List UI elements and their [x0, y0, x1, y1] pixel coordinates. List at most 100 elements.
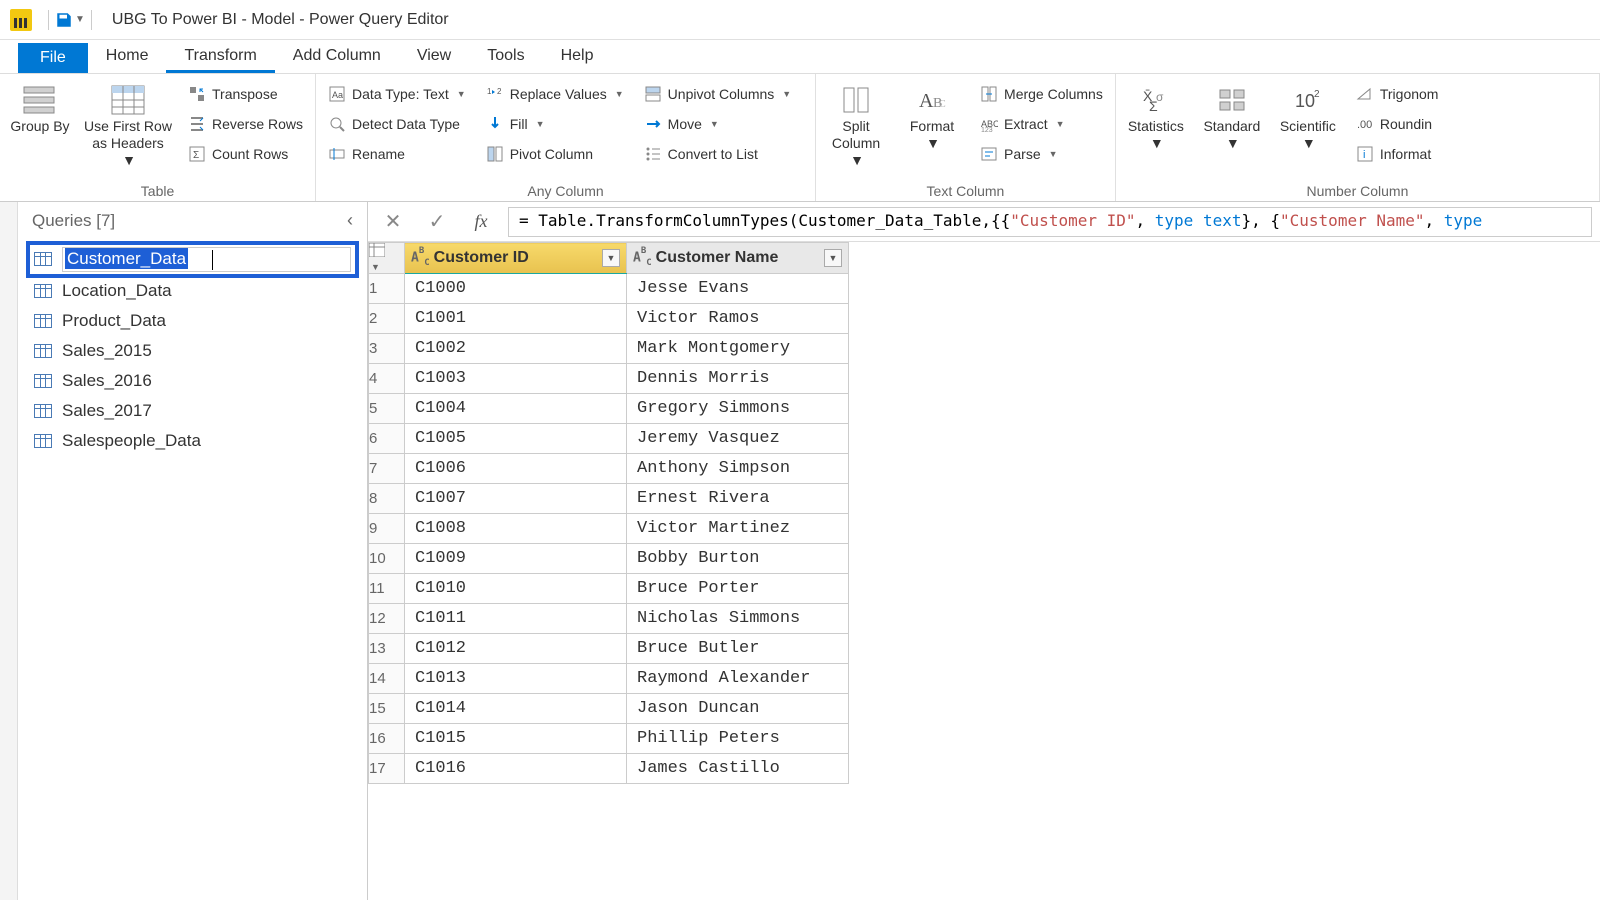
tab-help[interactable]: Help [543, 41, 612, 73]
table-row[interactable]: 3C1002Mark Montgomery [369, 334, 849, 364]
cell-customer-id[interactable]: C1000 [405, 274, 627, 304]
information-button[interactable]: iInformat [1352, 140, 1443, 168]
row-number[interactable]: 13 [369, 634, 405, 664]
reverse-rows-button[interactable]: Reverse Rows [184, 110, 307, 138]
table-row[interactable]: 15C1014Jason Duncan [369, 694, 849, 724]
cell-customer-name[interactable]: Mark Montgomery [627, 334, 849, 364]
table-row[interactable]: 5C1004Gregory Simmons [369, 394, 849, 424]
cell-customer-id[interactable]: C1002 [405, 334, 627, 364]
merge-columns-button[interactable]: Merge Columns [976, 80, 1107, 108]
cell-customer-id[interactable]: C1006 [405, 454, 627, 484]
cell-customer-name[interactable]: Jesse Evans [627, 274, 849, 304]
table-row[interactable]: 9C1008Victor Martinez [369, 514, 849, 544]
table-row[interactable]: 13C1012Bruce Butler [369, 634, 849, 664]
table-corner-button[interactable]: ▼ [369, 243, 405, 274]
cell-customer-name[interactable]: Jason Duncan [627, 694, 849, 724]
table-row[interactable]: 10C1009Bobby Burton [369, 544, 849, 574]
row-number[interactable]: 11 [369, 574, 405, 604]
row-number[interactable]: 6 [369, 424, 405, 454]
cell-customer-name[interactable]: Raymond Alexander [627, 664, 849, 694]
parse-button[interactable]: Parse▼ [976, 140, 1107, 168]
row-number[interactable]: 16 [369, 724, 405, 754]
collapse-pane-icon[interactable]: ‹ [347, 210, 353, 231]
move-button[interactable]: Move▼ [640, 110, 796, 138]
cell-customer-name[interactable]: Victor Martinez [627, 514, 849, 544]
row-number[interactable]: 2 [369, 304, 405, 334]
cell-customer-id[interactable]: C1003 [405, 364, 627, 394]
table-row[interactable]: 16C1015Phillip Peters [369, 724, 849, 754]
cell-customer-name[interactable]: Bobby Burton [627, 544, 849, 574]
cell-customer-id[interactable]: C1012 [405, 634, 627, 664]
cell-customer-id[interactable]: C1007 [405, 484, 627, 514]
table-row[interactable]: 1C1000Jesse Evans [369, 274, 849, 304]
cell-customer-name[interactable]: Phillip Peters [627, 724, 849, 754]
query-item[interactable]: Sales_2016 [28, 366, 357, 396]
group-by-button[interactable]: Group By [4, 78, 76, 139]
unpivot-columns-button[interactable]: Unpivot Columns▼ [640, 80, 796, 108]
row-number[interactable]: 1 [369, 274, 405, 304]
cell-customer-name[interactable]: Anthony Simpson [627, 454, 849, 484]
row-number[interactable]: 14 [369, 664, 405, 694]
tab-view[interactable]: View [399, 41, 469, 73]
column-filter-icon[interactable]: ▼ [602, 249, 620, 267]
tab-file[interactable]: File [18, 43, 88, 73]
table-row[interactable]: 14C1013Raymond Alexander [369, 664, 849, 694]
cell-customer-name[interactable]: Jeremy Vasquez [627, 424, 849, 454]
cell-customer-name[interactable]: Victor Ramos [627, 304, 849, 334]
scientific-button[interactable]: 102 Scientific▼ [1272, 78, 1344, 156]
row-number[interactable]: 7 [369, 454, 405, 484]
cell-customer-name[interactable]: Bruce Butler [627, 634, 849, 664]
data-type-button[interactable]: AaData Type: Text▼ [324, 80, 470, 108]
row-number[interactable]: 4 [369, 364, 405, 394]
row-number[interactable]: 10 [369, 544, 405, 574]
query-item-editing[interactable]: Customer_Data [28, 243, 357, 276]
cancel-formula-button[interactable]: ✕ [376, 208, 410, 236]
detect-data-type-button[interactable]: Detect Data Type [324, 110, 470, 138]
cell-customer-id[interactable]: C1001 [405, 304, 627, 334]
query-item[interactable]: Salespeople_Data [28, 426, 357, 456]
cell-customer-name[interactable]: Dennis Morris [627, 364, 849, 394]
save-icon[interactable] [55, 11, 73, 29]
query-rename-input[interactable]: Customer_Data [65, 248, 188, 269]
query-item[interactable]: Sales_2017 [28, 396, 357, 426]
row-number[interactable]: 8 [369, 484, 405, 514]
cell-customer-id[interactable]: C1016 [405, 754, 627, 784]
row-number[interactable]: 12 [369, 604, 405, 634]
cell-customer-id[interactable]: C1004 [405, 394, 627, 424]
cell-customer-name[interactable]: Ernest Rivera [627, 484, 849, 514]
column-header-customer-id[interactable]: ABC Customer ID ▼ [405, 243, 627, 274]
commit-formula-button[interactable]: ✓ [420, 208, 454, 236]
table-row[interactable]: 4C1003Dennis Morris [369, 364, 849, 394]
formula-input[interactable]: = Table.TransformColumnTypes(Customer_Da… [508, 207, 1592, 237]
query-item[interactable]: Product_Data [28, 306, 357, 336]
pivot-column-button[interactable]: Pivot Column [482, 140, 628, 168]
tab-transform[interactable]: Transform [166, 41, 274, 73]
rename-button[interactable]: Rename [324, 140, 470, 168]
extract-button[interactable]: ABC123Extract▼ [976, 110, 1107, 138]
row-number[interactable]: 5 [369, 394, 405, 424]
fill-button[interactable]: Fill▼ [482, 110, 628, 138]
table-row[interactable]: 7C1006Anthony Simpson [369, 454, 849, 484]
cell-customer-id[interactable]: C1014 [405, 694, 627, 724]
standard-button[interactable]: Standard▼ [1196, 78, 1268, 156]
table-row[interactable]: 2C1001Victor Ramos [369, 304, 849, 334]
cell-customer-name[interactable]: Gregory Simmons [627, 394, 849, 424]
count-rows-button[interactable]: ΣCount Rows [184, 140, 307, 168]
table-row[interactable]: 6C1005Jeremy Vasquez [369, 424, 849, 454]
cell-customer-id[interactable]: C1009 [405, 544, 627, 574]
fx-icon[interactable]: fx [464, 208, 498, 236]
rounding-button[interactable]: .00Roundin [1352, 110, 1443, 138]
cell-customer-id[interactable]: C1015 [405, 724, 627, 754]
trigonometry-button[interactable]: Trigonom [1352, 80, 1443, 108]
tab-home[interactable]: Home [88, 41, 167, 73]
cell-customer-id[interactable]: C1010 [405, 574, 627, 604]
split-column-button[interactable]: Split Column▼ [820, 78, 892, 172]
format-button[interactable]: ABC Format▼ [896, 78, 968, 156]
row-number[interactable]: 9 [369, 514, 405, 544]
column-filter-icon[interactable]: ▼ [824, 249, 842, 267]
query-item[interactable]: Sales_2015 [28, 336, 357, 366]
use-first-row-headers-button[interactable]: Use First Row as Headers▼ [80, 78, 176, 172]
cell-customer-name[interactable]: James Castillo [627, 754, 849, 784]
table-row[interactable]: 8C1007Ernest Rivera [369, 484, 849, 514]
row-number[interactable]: 17 [369, 754, 405, 784]
